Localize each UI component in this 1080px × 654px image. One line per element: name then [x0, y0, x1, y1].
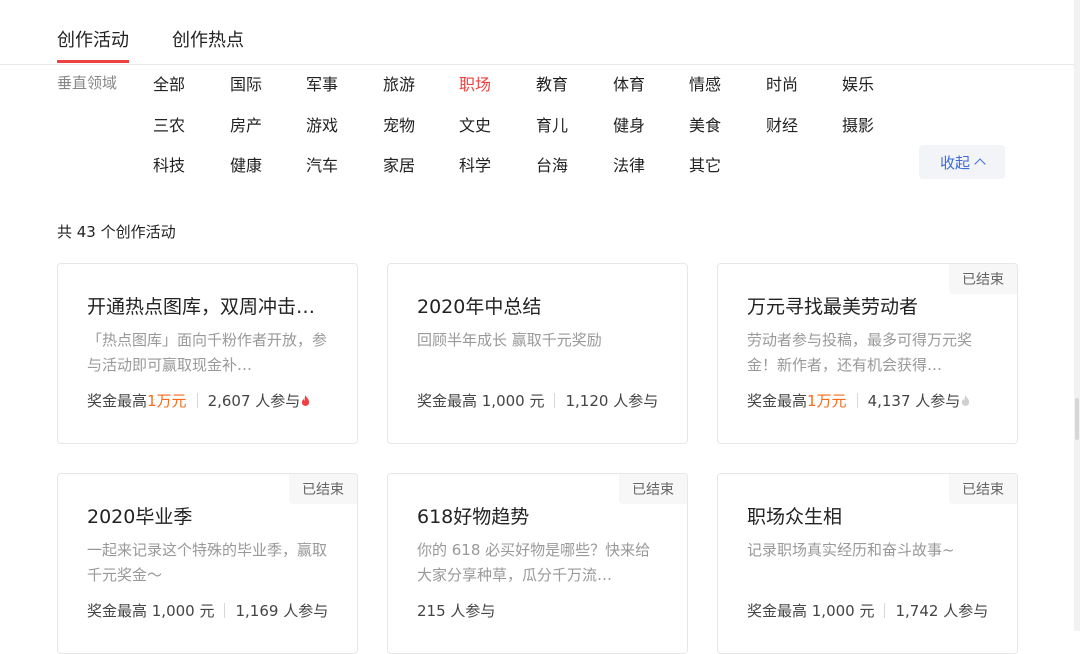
card-description: 记录职场真实经历和奋斗故事~	[747, 541, 955, 559]
card-meta: 奖金最高1万元 4,137 人参与	[747, 390, 987, 411]
card-title: 职场众生相	[747, 506, 843, 528]
card-title: 2020毕业季	[87, 506, 193, 528]
activity-card[interactable]: 开通热点图库，双周冲击… 「热点图库」面向千粉作者开放，参与活动即可赢取现金补… 奖…	[57, 263, 358, 444]
category-item[interactable]: 育儿	[536, 112, 568, 136]
chevron-up-icon	[974, 158, 986, 170]
status-badge: 已结束	[289, 474, 357, 504]
category-item[interactable]: 教育	[536, 71, 568, 95]
tab-creation-hotspots[interactable]: 创作热点	[172, 26, 244, 52]
category-item[interactable]: 游戏	[306, 112, 338, 136]
card-meta: 奖金最高 1,000 元 1,742 人参与	[747, 600, 987, 621]
participant-count: 1,169 人参与	[235, 602, 327, 620]
category-item[interactable]: 汽车	[306, 152, 338, 176]
activity-card[interactable]: 2020毕业季一起来记录这个特殊的毕业季，赢取千元奖金～ 奖金最高 1,000 元…	[57, 473, 358, 654]
prize-text: 奖金最高 1,000 元	[87, 602, 215, 620]
collapse-button[interactable]: 收起	[919, 145, 1005, 179]
flame-icon	[961, 393, 970, 406]
scrollbar-thumb[interactable]	[1075, 398, 1079, 440]
category-item[interactable]: 法律	[613, 152, 645, 176]
divider	[196, 393, 198, 408]
prize-value: 1万元	[147, 392, 187, 410]
category-item[interactable]: 情感	[689, 71, 721, 95]
divider	[224, 603, 226, 618]
divider	[856, 393, 858, 408]
activity-card[interactable]: 618好物趋势你的 618 必买好物是哪些？快来给大家分享种草，瓜分千万流… 21…	[387, 473, 688, 654]
status-badge: 已结束	[949, 474, 1017, 504]
participant-count: 1,120 人参与	[565, 392, 657, 410]
prize-text: 奖金最高 1,000 元	[747, 602, 875, 620]
category-item[interactable]: 科技	[153, 152, 185, 176]
card-description: 你的 618 必买好物是哪些？快来给大家分享种草，瓜分千万流…	[417, 541, 651, 584]
category-item[interactable]: 全部	[153, 71, 185, 95]
prize-text: 奖金最高 1,000 元	[417, 392, 545, 410]
card-title: 2020年中总结	[417, 296, 542, 318]
category-item[interactable]: 娱乐	[842, 71, 874, 95]
category-item[interactable]: 职场	[459, 71, 491, 95]
category-item[interactable]: 时尚	[766, 71, 798, 95]
category-item[interactable]: 军事	[306, 71, 338, 95]
divider	[554, 393, 556, 408]
card-meta: 奖金最高 1,000 元 1,120 人参与	[417, 390, 657, 411]
category-item[interactable]: 台海	[536, 152, 568, 176]
participant-count: 1,742 人参与	[895, 602, 987, 620]
prize-text: 奖金最高	[87, 392, 148, 410]
category-item[interactable]: 旅游	[383, 71, 415, 95]
category-item[interactable]: 健身	[613, 112, 645, 136]
category-item[interactable]: 房产	[230, 112, 262, 136]
category-item[interactable]: 健康	[230, 152, 262, 176]
category-item[interactable]: 国际	[230, 71, 262, 95]
category-item[interactable]: 体育	[613, 71, 645, 95]
vertical-domain-label: 垂直领域	[57, 74, 118, 92]
tab-bar: 创作活动 创作热点	[0, 0, 1074, 65]
card-title: 万元寻找最美劳动者	[747, 296, 919, 318]
card-meta: 奖金最高 1,000 元 1,169 人参与	[87, 600, 327, 621]
activity-count: 共 43 个创作活动	[57, 223, 176, 241]
activity-card[interactable]: 2020年中总结回顾半年成长 赢取千元奖励 奖金最高 1,000 元 1,120 人…	[387, 263, 688, 444]
tab-creation-activities[interactable]: 创作活动	[57, 26, 129, 63]
activity-card[interactable]: 职场众生相记录职场真实经历和奋斗故事~ 奖金最高 1,000 元 1,742 人参与…	[717, 473, 1018, 654]
category-item[interactable]: 财经	[766, 112, 798, 136]
participant-count: 215 人参与	[417, 602, 496, 620]
card-title: 开通热点图库，双周冲击…	[87, 296, 316, 318]
card-title: 618好物趋势	[417, 506, 530, 528]
flame-icon	[301, 393, 310, 406]
collapse-label: 收起	[939, 153, 970, 172]
card-description: 回顾半年成长 赢取千元奖励	[417, 331, 602, 349]
category-item[interactable]: 摄影	[842, 112, 874, 136]
prize-text: 奖金最高	[747, 392, 808, 410]
card-description: 一起来记录这个特殊的毕业季，赢取千元奖金～	[87, 541, 327, 584]
category-item[interactable]: 其它	[689, 152, 721, 176]
card-description: 「热点图库」面向千粉作者开放，参与活动即可赢取现金补…	[87, 331, 327, 374]
divider	[884, 603, 886, 618]
status-badge: 已结束	[949, 264, 1017, 294]
category-item[interactable]: 科学	[459, 152, 491, 176]
participant-count: 2,607 人参与	[207, 392, 301, 410]
card-meta: 奖金最高1万元 2,607 人参与	[87, 390, 327, 411]
category-item[interactable]: 美食	[689, 112, 721, 136]
prize-value: 1万元	[807, 392, 847, 410]
card-description: 劳动者参与投稿，最多可得万元奖金！新作者，还有机会获得…	[747, 331, 973, 374]
scrollbar-track[interactable]	[1074, 0, 1080, 631]
participant-count: 4,137 人参与	[867, 392, 961, 410]
status-badge: 已结束	[619, 474, 687, 504]
category-item[interactable]: 三农	[153, 112, 185, 136]
card-meta: 215 人参与	[417, 600, 657, 621]
category-item[interactable]: 文史	[459, 112, 491, 136]
activity-card[interactable]: 万元寻找最美劳动者劳动者参与投稿，最多可得万元奖金！新作者，还有机会获得… 奖金最…	[717, 263, 1018, 444]
category-item[interactable]: 宠物	[383, 112, 415, 136]
category-item[interactable]: 家居	[383, 152, 415, 176]
